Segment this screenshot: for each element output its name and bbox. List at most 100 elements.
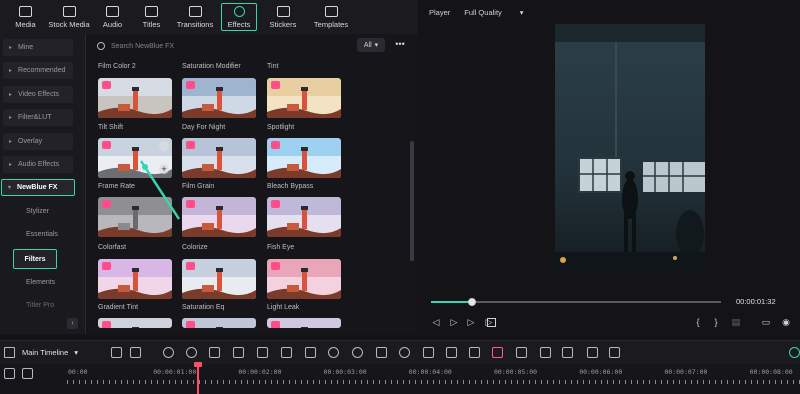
tab-titles[interactable]: Titles	[132, 0, 171, 34]
player-title: Player	[429, 7, 451, 17]
add-track-icon[interactable]	[4, 368, 15, 379]
sidebar-item-recommended[interactable]: ▸ Recommended	[3, 62, 73, 79]
premium-badge-icon	[186, 262, 195, 270]
tab-stock-media[interactable]: Stock Media	[45, 0, 93, 34]
sidebar-item-filter-lut[interactable]: ▸ Filter&LUT	[3, 109, 73, 126]
speed-icon[interactable]	[328, 347, 339, 358]
effect-thumbnail[interactable]	[267, 318, 341, 328]
premium-badge-icon	[102, 262, 111, 270]
quality-dropdown[interactable]: Full Quality ▾	[464, 8, 523, 17]
tab-stickers[interactable]: Stickers	[259, 0, 307, 34]
effect-thumbnail[interactable]	[182, 197, 256, 237]
layout-icon[interactable]	[111, 347, 122, 358]
timer-icon[interactable]	[399, 347, 410, 358]
stop-icon[interactable]	[487, 318, 496, 327]
effect-thumbnail[interactable]	[267, 197, 341, 237]
select-tool-icon[interactable]	[130, 347, 141, 358]
timeline-selector[interactable]: Main Timeline ▾	[22, 348, 78, 357]
sidebar-item-overlay[interactable]: ▸ Overlay	[3, 133, 73, 150]
sidebar-subitem-stylizer[interactable]: Stylizer	[26, 208, 49, 215]
effect-thumbnail[interactable]	[182, 259, 256, 299]
chevron-down-icon: ▾	[74, 348, 79, 357]
freeze-frame-icon[interactable]	[423, 347, 434, 358]
effect-thumbnail[interactable]	[182, 78, 256, 118]
chevron-right-icon: ▸	[9, 45, 13, 51]
effect-thumbnail[interactable]	[267, 138, 341, 178]
detach-icon[interactable]	[469, 347, 480, 358]
tab-transitions[interactable]: Transitions	[171, 0, 219, 34]
effect-thumbnail[interactable]	[98, 259, 172, 299]
video-editor: Media Stock Media Audio Titles Transitio…	[0, 0, 800, 394]
effects-scrollbar[interactable]	[410, 141, 414, 261]
effect-thumbnail[interactable]	[267, 259, 341, 299]
crop-icon[interactable]	[257, 347, 268, 358]
sidebar-subitem-essentials[interactable]: Essentials	[26, 231, 58, 238]
ai-tools-icon[interactable]	[562, 347, 573, 358]
effect-label: Tilt Shift	[98, 124, 124, 131]
more-options-button[interactable]: •••	[392, 38, 408, 52]
effects-icon	[233, 5, 245, 17]
effect-label: Saturation Eq	[182, 304, 225, 311]
link-icon[interactable]	[22, 368, 33, 379]
stabilize-icon[interactable]	[516, 347, 527, 358]
display-icon[interactable]: ▭	[761, 317, 771, 327]
tab-templates[interactable]: Templates	[307, 0, 355, 34]
effect-thumbnail[interactable]	[182, 138, 256, 178]
sidebar-item-mine[interactable]: ▸ Mine	[3, 39, 73, 56]
filter-dropdown[interactable]: All ▾	[357, 38, 385, 52]
adjust-icon[interactable]	[376, 347, 387, 358]
sidebar-subitem-filters[interactable]: Filters	[13, 249, 57, 269]
tab-media[interactable]: Media	[6, 0, 45, 34]
playhead-handle[interactable]	[194, 362, 202, 367]
zoom-icon[interactable]	[789, 347, 800, 358]
chevron-right-icon: ▸	[9, 92, 13, 98]
motion-icon[interactable]	[540, 347, 551, 358]
search-bar[interactable]: Search NewBlue FX	[97, 39, 347, 53]
stickers-icon	[276, 5, 290, 17]
sidebar-item-newblue-fx[interactable]: ▾ NewBlue FX	[1, 179, 75, 196]
color-icon[interactable]	[352, 347, 363, 358]
undo-icon[interactable]	[163, 347, 174, 358]
play-back-icon[interactable]: ▷	[449, 317, 459, 327]
tick-label: 00:00	[68, 368, 88, 376]
effect-thumbnail[interactable]	[98, 318, 172, 328]
tab-effects[interactable]: Effects	[221, 3, 257, 31]
effect-thumbnail[interactable]	[267, 78, 341, 118]
transitions-icon	[188, 5, 202, 17]
grid-icon[interactable]: ▤	[731, 317, 741, 327]
chevron-down-icon: ▾	[8, 185, 12, 191]
snapshot-icon[interactable]: ◉	[781, 317, 791, 327]
marker-icon[interactable]	[492, 347, 503, 358]
sidebar-subitem-elements[interactable]: Elements	[26, 279, 55, 286]
timeline-toolbar: Main Timeline ▾	[0, 340, 800, 364]
sidebar-subitem-titler-pro[interactable]: Titler Pro	[26, 302, 54, 309]
mark-out-icon[interactable]: }	[711, 317, 721, 327]
timeline-ruler[interactable]: 00:00 00:00:01:00 00:00:02:00 00:00:03:00 00…	[0, 364, 800, 394]
premium-badge-icon	[102, 200, 111, 208]
redo-icon[interactable]	[186, 347, 197, 358]
search-input[interactable]: Search NewBlue FX	[111, 43, 174, 50]
tab-audio[interactable]: Audio	[93, 0, 132, 34]
sidebar-item-audio-effects[interactable]: ▸ Audio Effects	[3, 156, 73, 173]
chevron-down-icon: ▾	[519, 7, 524, 17]
trim-icon[interactable]	[609, 347, 620, 358]
mask-icon[interactable]	[446, 347, 457, 358]
progress-handle[interactable]	[467, 298, 476, 306]
mark-in-icon[interactable]: {	[693, 317, 703, 327]
text-icon[interactable]	[305, 347, 316, 358]
tick-label: 00:00:05:00	[494, 368, 538, 376]
audio-edit-icon[interactable]	[281, 347, 292, 358]
thumbnail-menu-icon[interactable]	[159, 141, 169, 151]
split-icon[interactable]	[233, 347, 244, 358]
effect-thumbnail[interactable]	[98, 78, 172, 118]
playback-progress-bar[interactable]	[431, 298, 721, 306]
play-icon[interactable]: ▷	[466, 317, 476, 327]
effect-thumbnail[interactable]	[182, 318, 256, 328]
record-icon[interactable]	[587, 347, 598, 358]
collapse-sidebar-button[interactable]: ‹	[67, 318, 78, 329]
sidebar-item-video-effects[interactable]: ▸ Video Effects	[3, 86, 73, 103]
previous-frame-icon[interactable]: ◁	[431, 317, 441, 327]
delete-icon[interactable]	[209, 347, 220, 358]
top-tab-bar: Media Stock Media Audio Titles Transitio…	[0, 0, 418, 34]
home-icon[interactable]	[4, 347, 15, 358]
